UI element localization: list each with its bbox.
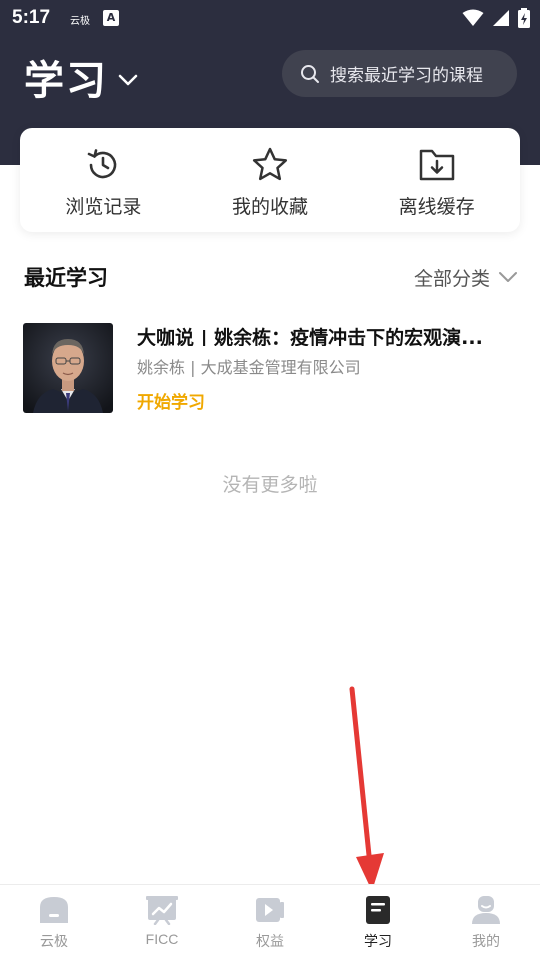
search-input[interactable]: 搜索最近学习的课程 <box>282 50 517 97</box>
tab-label: 云极 <box>40 933 68 949</box>
user-icon <box>472 896 500 924</box>
tab-label: FICC <box>145 931 179 947</box>
status-app-badge: 云极 <box>70 16 90 27</box>
search-icon <box>301 64 319 83</box>
search-placeholder: 搜索最近学习的课程 <box>330 66 483 86</box>
bottom-tab-bar: 云极 FICC 权益 学习 我的 <box>0 884 540 960</box>
tab-equity[interactable]: 权益 <box>216 885 324 960</box>
star-icon <box>252 147 288 181</box>
course-thumbnail <box>23 323 113 413</box>
chevron-down-icon <box>118 74 138 86</box>
tab-label: 我的 <box>472 933 500 949</box>
no-more-hint: 没有更多啦 <box>222 474 318 496</box>
filter-label: 全部分类 <box>413 267 490 290</box>
quick-action-offline[interactable]: 离线缓存 <box>353 128 520 232</box>
signal-icon <box>493 10 509 26</box>
quick-action-favorites[interactable]: 我的收藏 <box>187 128 354 232</box>
quick-action-label: 离线缓存 <box>398 196 475 218</box>
tab-mine[interactable]: 我的 <box>432 885 540 960</box>
recent-section-header: 最近学习 全部分类 <box>24 262 518 292</box>
course-list-item[interactable]: 大咖说 | 姚余栋：疫情冲击下的宏观演... 姚余栋 | 大成基金管理有限公司 … <box>23 323 518 413</box>
quick-action-label: 浏览记录 <box>65 196 142 218</box>
tab-label: 权益 <box>256 933 284 949</box>
status-app-icon: A <box>103 10 119 26</box>
course-title: 大咖说 | 姚余栋：疫情冲击下的宏观演... <box>137 327 483 346</box>
tab-learning[interactable]: 学习 <box>324 885 432 960</box>
status-icons <box>462 8 530 28</box>
annotation-arrow-icon <box>349 686 384 891</box>
category-filter[interactable]: 全部分类 <box>414 264 518 291</box>
quick-action-history[interactable]: 浏览记录 <box>20 128 187 232</box>
status-bar: 5:17 云极 A <box>0 0 540 36</box>
tab-ficc[interactable]: FICC <box>108 885 216 960</box>
video-icon <box>256 898 284 922</box>
section-title: 最近学习 <box>24 266 108 290</box>
battery-icon <box>518 8 530 28</box>
quick-actions-card: 浏览记录 我的收藏 离线缓存 <box>20 128 520 232</box>
status-time: 5:17 <box>12 7 51 28</box>
wifi-icon <box>462 9 484 26</box>
book-icon <box>366 896 390 924</box>
course-meta: 姚余栋 | 大成基金管理有限公司 <box>137 358 361 377</box>
title-selector[interactable]: 学习 <box>24 48 138 106</box>
chart-icon <box>146 896 178 925</box>
chevron-down-icon <box>499 272 517 282</box>
quick-action-label: 我的收藏 <box>232 196 309 218</box>
page-title: 学习 <box>24 58 108 104</box>
download-folder-icon <box>419 149 454 181</box>
tab-yunji[interactable]: 云极 <box>0 885 108 960</box>
history-icon <box>88 149 117 179</box>
tab-label: 学习 <box>364 933 392 949</box>
course-info: 大咖说 | 姚余栋：疫情冲击下的宏观演... 姚余栋 | 大成基金管理有限公司 … <box>137 323 518 413</box>
home-icon <box>40 897 68 923</box>
start-learning-button[interactable]: 开始学习 <box>137 388 518 413</box>
